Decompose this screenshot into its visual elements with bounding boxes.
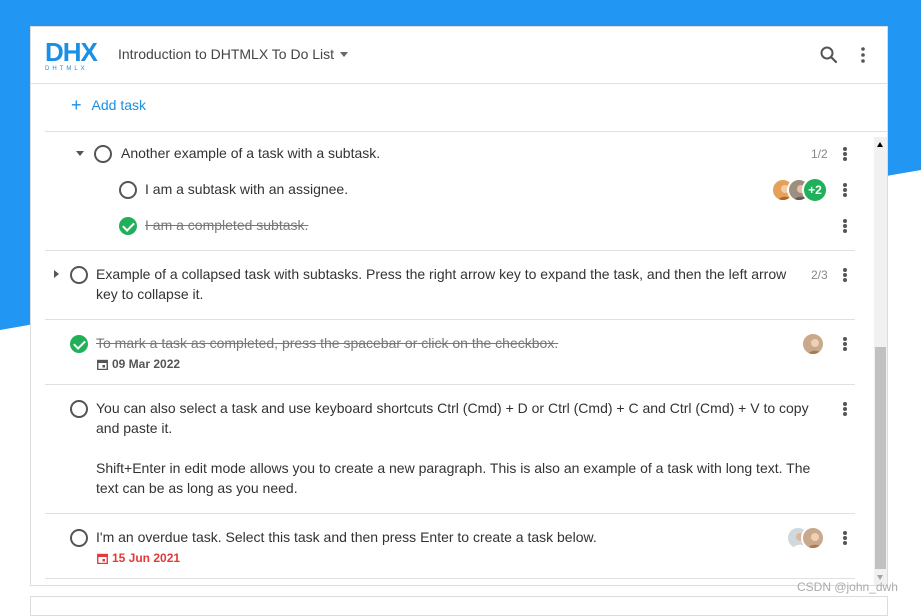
todo-panel: DHX DHTMLX Introduction to DHTMLX To Do … <box>30 26 888 586</box>
task-text-line2[interactable]: and paste it. <box>96 418 172 438</box>
subtask-count: 2/3 <box>811 268 828 282</box>
due-date: 09 Mar 2022 <box>97 357 180 371</box>
search-icon[interactable] <box>819 45 839 65</box>
task-more-icon[interactable] <box>837 266 853 284</box>
more-menu-icon[interactable] <box>853 45 873 65</box>
divider <box>45 513 855 514</box>
assignee-avatar[interactable] <box>801 332 825 356</box>
divider <box>45 250 855 251</box>
collapse-toggle-icon[interactable] <box>76 151 84 156</box>
subtask-checkbox[interactable] <box>119 181 137 199</box>
divider <box>45 384 855 385</box>
calendar-icon <box>97 553 108 564</box>
dhx-logo: DHX DHTMLX <box>45 37 98 73</box>
task-text-line3[interactable]: Shift+Enter in edit mode allows you to c… <box>96 458 810 478</box>
expand-toggle-icon[interactable] <box>54 270 59 278</box>
due-date-text: 15 Jun 2021 <box>112 551 181 565</box>
extra-assignees-badge[interactable]: +2 <box>802 177 828 203</box>
caret-down-icon <box>340 51 349 57</box>
divider <box>45 319 855 320</box>
subtask-text[interactable]: I am a subtask with an assignee. <box>145 179 348 199</box>
task-more-icon[interactable] <box>837 335 853 353</box>
bottom-panel <box>30 596 888 616</box>
task-more-icon[interactable] <box>837 529 853 547</box>
due-date-overdue: 15 Jun 2021 <box>97 551 180 565</box>
due-date-text: 09 Mar 2022 <box>112 357 181 371</box>
project-selector[interactable]: Introduction to DHTMLX To Do List <box>118 46 349 62</box>
task-checkbox[interactable] <box>70 400 88 418</box>
watermark: CSDN @john_dwh <box>797 580 898 594</box>
task-checkbox[interactable] <box>70 529 88 547</box>
task-more-icon[interactable] <box>837 145 853 163</box>
subtask-text-completed[interactable]: I am a completed subtask. <box>145 215 308 235</box>
task-checkbox[interactable] <box>94 145 112 163</box>
task-more-icon[interactable] <box>837 400 853 418</box>
scrollbar-thumb[interactable] <box>875 347 886 569</box>
task-text[interactable]: I'm an overdue task. Select this task an… <box>96 527 597 547</box>
scroll-up-arrow-icon[interactable] <box>877 142 883 147</box>
calendar-icon <box>97 359 108 370</box>
add-task-button[interactable]: + Add task <box>71 95 146 115</box>
assignee-avatar[interactable] <box>801 526 825 550</box>
task-text-line1[interactable]: You can also select a task and use keybo… <box>96 398 809 418</box>
divider <box>45 578 855 579</box>
plus-icon: + <box>71 95 82 115</box>
task-text-line1[interactable]: Example of a collapsed task with subtask… <box>96 264 786 284</box>
subtask-count: 1/2 <box>811 147 828 161</box>
task-more-icon[interactable] <box>837 217 853 235</box>
task-text-line4[interactable]: text can be as long as you need. <box>96 478 298 498</box>
add-task-label: Add task <box>91 97 146 113</box>
task-text-completed[interactable]: To mark a task as completed, press the s… <box>96 333 558 353</box>
task-text[interactable]: Another example of a task with a subtask… <box>121 143 380 163</box>
subtask-checkbox-checked[interactable] <box>119 217 137 235</box>
divider <box>45 131 887 132</box>
task-more-icon[interactable] <box>837 181 853 199</box>
task-text-line2[interactable]: key to collapse it. <box>96 284 203 304</box>
logo-text: DHX <box>45 37 98 67</box>
vertical-scrollbar[interactable] <box>874 137 887 585</box>
toolbar: DHX DHTMLX Introduction to DHTMLX To Do … <box>31 27 887 84</box>
task-checkbox-checked[interactable] <box>70 335 88 353</box>
task-checkbox[interactable] <box>70 266 88 284</box>
project-title: Introduction to DHTMLX To Do List <box>118 46 335 62</box>
